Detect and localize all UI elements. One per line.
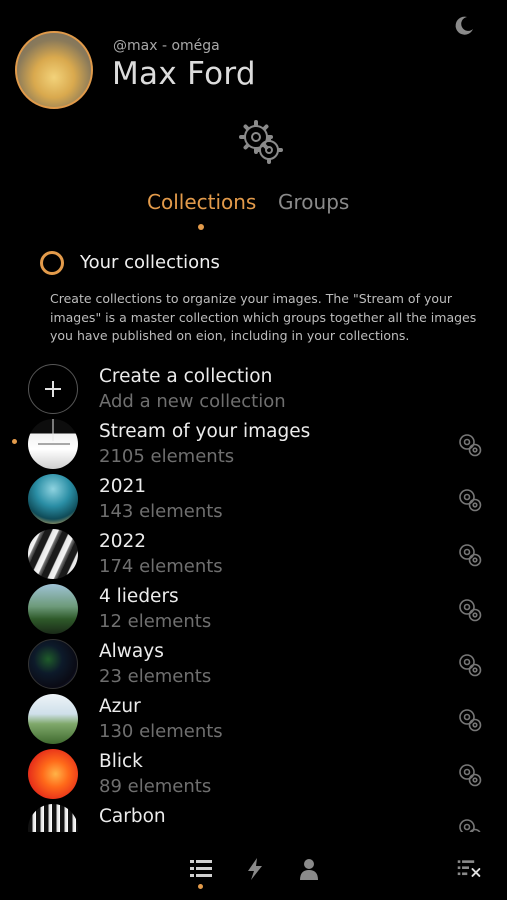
collection-settings-icon[interactable] bbox=[456, 431, 484, 459]
collection-row[interactable]: 2021 143 elements bbox=[0, 472, 507, 527]
active-nav-indicator bbox=[198, 884, 203, 889]
collection-count: 143 elements bbox=[99, 501, 223, 522]
collection-row[interactable]: 4 lieders 12 elements bbox=[0, 582, 507, 637]
collection-count: 23 elements bbox=[99, 666, 212, 687]
collection-count: 89 elements bbox=[99, 776, 212, 797]
collection-settings-icon[interactable] bbox=[456, 596, 484, 624]
create-collection-row[interactable]: Create a collection Add a new collection bbox=[0, 362, 507, 417]
collection-settings-icon[interactable] bbox=[456, 761, 484, 789]
person-icon[interactable] bbox=[296, 856, 322, 882]
plus-icon bbox=[45, 381, 61, 397]
list-icon[interactable] bbox=[188, 856, 214, 882]
collection-title: Always bbox=[99, 641, 164, 662]
collection-count: 130 elements bbox=[99, 721, 223, 742]
profile-avatar[interactable] bbox=[15, 31, 93, 109]
tab-bar: Collections Groups bbox=[0, 190, 507, 240]
collection-row[interactable]: Stream of your images 2105 elements bbox=[0, 417, 507, 472]
lightning-icon[interactable] bbox=[242, 856, 268, 882]
collection-thumbnail bbox=[28, 474, 78, 524]
moon-icon[interactable] bbox=[452, 14, 476, 38]
tab-groups[interactable]: Groups bbox=[278, 190, 349, 214]
create-collection-title: Create a collection bbox=[99, 366, 273, 387]
profile-handle: @max - oméga bbox=[113, 38, 220, 54]
collection-count: 174 elements bbox=[99, 556, 223, 577]
collection-thumbnail bbox=[28, 584, 78, 634]
collection-thumbnail bbox=[28, 529, 78, 579]
settings-gears-icon[interactable] bbox=[237, 118, 285, 166]
collection-thumbnail bbox=[28, 804, 78, 832]
collection-title: 2022 bbox=[99, 531, 147, 552]
collection-settings-icon[interactable] bbox=[456, 486, 484, 514]
add-collection-button[interactable] bbox=[28, 364, 78, 414]
collection-title: Stream of your images bbox=[99, 421, 311, 442]
collection-title: Blick bbox=[99, 751, 143, 772]
collection-list: Create a collection Add a new collection… bbox=[0, 362, 507, 832]
collection-row[interactable]: Always 23 elements bbox=[0, 637, 507, 692]
collection-title: 4 lieders bbox=[99, 586, 179, 607]
collection-title: Azur bbox=[99, 696, 141, 717]
create-collection-subtitle: Add a new collection bbox=[99, 391, 286, 412]
collection-settings-icon[interactable] bbox=[456, 541, 484, 569]
active-tab-indicator bbox=[198, 224, 204, 230]
bottom-nav bbox=[0, 840, 507, 900]
collection-row[interactable]: Blick 89 elements bbox=[0, 747, 507, 802]
section-title: Your collections bbox=[80, 252, 220, 273]
profile-name: Max Ford bbox=[112, 56, 256, 92]
collection-count: 2105 elements bbox=[99, 446, 235, 467]
thumbnail-detail bbox=[38, 419, 70, 445]
section-description: Create collections to organize your imag… bbox=[50, 291, 477, 343]
collection-thumbnail bbox=[28, 694, 78, 744]
tab-collections[interactable]: Collections bbox=[147, 190, 256, 214]
collection-settings-icon[interactable] bbox=[456, 706, 484, 734]
collection-row[interactable]: 2022 174 elements bbox=[0, 527, 507, 582]
selected-indicator bbox=[12, 439, 17, 444]
collection-count: 12 elements bbox=[99, 611, 212, 632]
collection-settings-icon[interactable] bbox=[456, 651, 484, 679]
collection-title: Carbon bbox=[99, 806, 166, 827]
collection-thumbnail bbox=[28, 419, 78, 469]
collection-settings-icon[interactable] bbox=[456, 816, 484, 832]
section-ring-icon bbox=[40, 251, 64, 275]
collection-thumbnail bbox=[28, 639, 78, 689]
list-close-icon[interactable] bbox=[456, 856, 482, 882]
collection-title: 2021 bbox=[99, 476, 147, 497]
collection-thumbnail bbox=[28, 749, 78, 799]
collection-row[interactable]: Carbon bbox=[0, 802, 507, 832]
collection-row[interactable]: Azur 130 elements bbox=[0, 692, 507, 747]
